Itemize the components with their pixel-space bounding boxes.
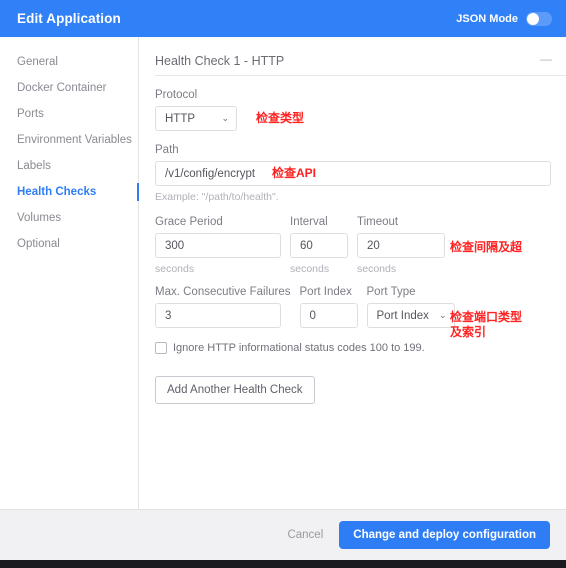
interval-input[interactable]: 60 (290, 233, 348, 258)
sidebar-item-label: Labels (17, 160, 51, 172)
interval-group: Interval 60 seconds (290, 216, 348, 275)
port-type-select[interactable]: Port Index ⌄ (366, 303, 455, 328)
timeout-group: Timeout 20 seconds (357, 216, 445, 275)
interval-label: Interval (290, 216, 328, 228)
sidebar-item-label: Optional (17, 238, 60, 250)
annotation-timing: 检查间隔及超 (450, 240, 523, 254)
json-mode-toggle[interactable] (526, 11, 552, 26)
json-mode-control[interactable]: JSON Mode (456, 11, 552, 26)
sidebar-item-optional[interactable]: Optional (0, 231, 138, 257)
path-hint: Example: "/path/to/health". (155, 191, 279, 203)
protocol-row: HTTP ⌄ 检查类型 (155, 106, 566, 131)
add-another-health-check-button[interactable]: Add Another Health Check (155, 376, 315, 404)
port-type-group: Port Type Port Index ⌄ (366, 286, 455, 328)
change-and-deploy-button[interactable]: Change and deploy configuration (339, 521, 550, 549)
chevron-down-icon: ⌄ (221, 113, 229, 123)
port-type-label: Port Type (366, 286, 416, 298)
json-mode-label: JSON Mode (456, 12, 518, 25)
port-index-value: 0 (309, 309, 316, 322)
path-row: /v1/config/encrypt 检查API (155, 161, 551, 186)
ignore-informational-checkbox[interactable] (155, 342, 167, 354)
path-label: Path (155, 144, 179, 156)
timeout-input[interactable]: 20 (357, 233, 445, 258)
sidebar-item-general[interactable]: General (0, 49, 138, 75)
protocol-label: Protocol (155, 89, 198, 101)
toggle-knob-icon (527, 12, 539, 25)
sidebar-item-ports[interactable]: Ports (0, 101, 138, 127)
grace-period-group: Grace Period 300 seconds (155, 216, 281, 275)
timeout-unit: seconds (357, 263, 397, 275)
max-failures-label: Max. Consecutive Failures (155, 286, 291, 298)
sidebar-item-environment-variables[interactable]: Environment Variables (0, 127, 138, 153)
timeout-label: Timeout (357, 216, 399, 228)
interval-value: 60 (300, 239, 313, 252)
sidebar-item-label: Environment Variables (17, 134, 132, 146)
dialog-body: General Docker Container Ports Environme… (0, 37, 566, 509)
health-check-title: Health Check 1 - HTTP (155, 54, 285, 68)
interval-unit: seconds (290, 263, 330, 275)
max-failures-input[interactable]: 3 (155, 303, 281, 328)
sidebar-item-label: Volumes (17, 212, 62, 224)
grace-period-label: Grace Period (155, 216, 223, 228)
protocol-value: HTTP (165, 112, 196, 125)
ignore-informational-row[interactable]: Ignore HTTP informational status codes 1… (155, 342, 566, 354)
protocol-select[interactable]: HTTP ⌄ (155, 106, 237, 131)
health-checks-panel: Health Check 1 - HTTP — Protocol HTTP ⌄ … (139, 37, 566, 509)
chevron-down-icon: ⌄ (438, 310, 447, 320)
sidebar-item-health-checks[interactable]: Health Checks (0, 179, 139, 205)
port-index-group: Port Index 0 (299, 286, 358, 328)
path-input[interactable]: /v1/config/encrypt (155, 161, 551, 186)
dialog-footer: Cancel Change and deploy configuration (0, 509, 566, 560)
annotation-path: 检查API (272, 166, 317, 180)
sidebar-item-label: Ports (17, 108, 44, 120)
sidebar-item-labels[interactable]: Labels (0, 153, 138, 179)
port-type-value: Port Index (376, 309, 429, 322)
annotation-port: 检查端口类型及索引 (450, 310, 523, 339)
sidebar-item-label: General (17, 56, 58, 68)
sidebar-item-label: Docker Container (17, 82, 107, 94)
settings-sidebar: General Docker Container Ports Environme… (0, 37, 139, 509)
dialog-title: Edit Application (17, 11, 121, 26)
port-index-label: Port Index (299, 286, 352, 298)
sidebar-item-volumes[interactable]: Volumes (0, 205, 138, 231)
max-failures-group: Max. Consecutive Failures 3 (155, 286, 291, 328)
dialog-titlebar: Edit Application JSON Mode (0, 0, 566, 37)
collapse-icon[interactable]: — (540, 53, 552, 65)
grace-period-unit: seconds (155, 263, 195, 275)
sidebar-item-docker-container[interactable]: Docker Container (0, 75, 138, 101)
port-index-input[interactable]: 0 (299, 303, 358, 328)
max-failures-value: 3 (165, 309, 172, 322)
ignore-informational-label: Ignore HTTP informational status codes 1… (173, 342, 425, 354)
path-value: /v1/config/encrypt (165, 167, 256, 180)
annotation-protocol: 检查类型 (256, 111, 305, 125)
grace-period-value: 300 (165, 239, 185, 252)
health-check-card-header: Health Check 1 - HTTP — (155, 53, 566, 76)
edit-application-dialog: Edit Application JSON Mode General Docke… (0, 0, 566, 560)
timeout-value: 20 (367, 239, 380, 252)
cancel-button[interactable]: Cancel (287, 529, 323, 541)
grace-period-input[interactable]: 300 (155, 233, 281, 258)
sidebar-item-label: Health Checks (17, 186, 97, 198)
